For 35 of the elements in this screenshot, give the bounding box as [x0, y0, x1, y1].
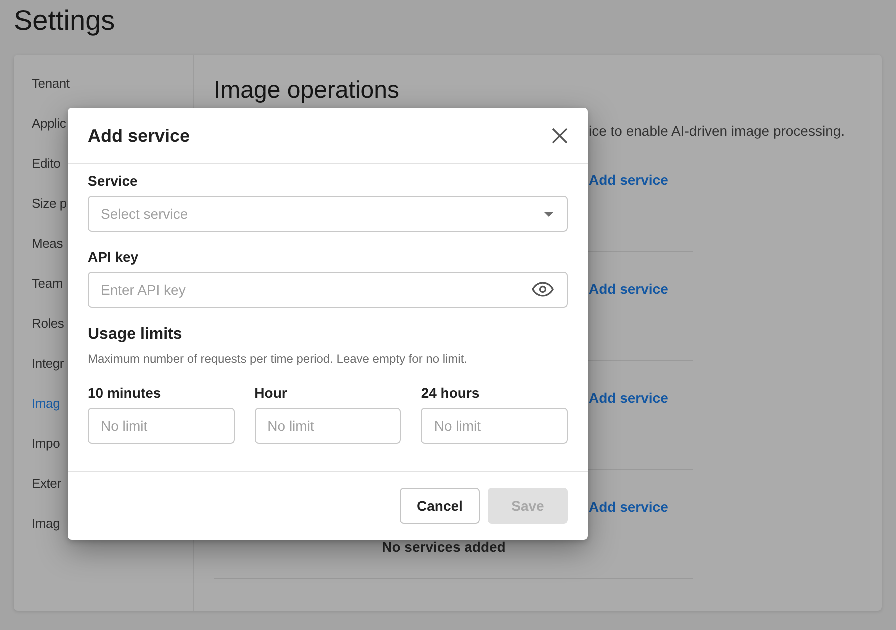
description-text: ice to enable AI-driven image processing. — [589, 122, 846, 141]
add-service-link[interactable]: Add service — [589, 497, 668, 517]
sidebar-item[interactable]: Size p — [32, 194, 67, 214]
section-title: Image operations — [214, 78, 400, 104]
limit-input[interactable]: No limit — [88, 408, 235, 444]
close-icon[interactable] — [552, 128, 568, 144]
eye-icon[interactable] — [532, 282, 554, 297]
field-label: 10 minutes — [88, 384, 162, 403]
field-label: Hour — [254, 384, 288, 403]
dialog-title: Add service — [88, 124, 190, 148]
sidebar-item[interactable]: Edito — [32, 154, 61, 174]
page-title: Settings — [13, 4, 116, 38]
subsection-title: Usage limits — [88, 325, 182, 345]
caret-icon — [544, 212, 554, 216]
sidebar-item[interactable]: Applic — [32, 114, 66, 134]
sidebar-item[interactable]: Integr — [32, 354, 64, 374]
sidebar-item[interactable]: Exter — [32, 474, 62, 494]
sidebar-item[interactable]: Impo — [32, 434, 60, 454]
field-label: 24 hours — [421, 384, 480, 403]
sidebar-item[interactable]: Meas — [32, 234, 63, 254]
add-service-link[interactable]: Add service — [589, 388, 668, 408]
limit-input[interactable]: No limit — [254, 408, 402, 444]
sidebar-item[interactable]: Roles — [32, 314, 64, 334]
add-service-link[interactable]: Add service — [589, 170, 668, 190]
empty-state-text: No services added — [382, 538, 506, 557]
cancel-button[interactable]: Cancel — [400, 488, 480, 524]
sidebar-item[interactable]: Tenant — [32, 74, 70, 94]
hint-text: Maximum number of requests per time period. Leave empty for no limit. — [88, 351, 468, 367]
sidebar-item[interactable]: Imag — [32, 514, 60, 534]
add-service-link[interactable]: Add service — [589, 279, 668, 299]
limit-input[interactable]: No limit — [421, 408, 568, 444]
field-label: Service — [88, 172, 138, 191]
field-label: API key — [88, 248, 139, 267]
api-key-field[interactable]: Enter API key — [88, 272, 568, 308]
sidebar-item[interactable]: Team — [32, 274, 63, 294]
